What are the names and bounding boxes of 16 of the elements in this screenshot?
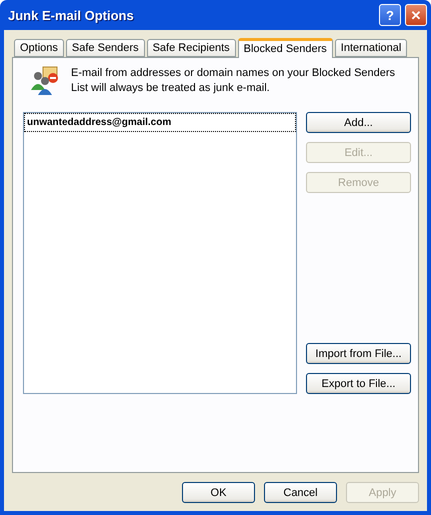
description-text: E-mail from addresses or domain names on your Blocked Senders List will always be treated as junk e-mail. — [71, 66, 396, 96]
list-item[interactable]: unwantedaddress@gmail.com — [25, 114, 295, 131]
blocked-people-icon — [29, 64, 61, 96]
window-title: Junk E-mail Options — [8, 8, 135, 22]
side-button[interactable]: Import from File... — [306, 343, 411, 364]
close-button[interactable]: ✕ — [405, 4, 427, 26]
tab[interactable]: International — [334, 39, 408, 57]
side-button[interactable]: Add... — [306, 112, 411, 133]
tab[interactable]: Options — [14, 39, 64, 57]
tab[interactable]: Safe Recipients — [146, 39, 236, 57]
dialog-button[interactable]: Cancel — [264, 482, 337, 503]
dialog-button[interactable]: OK — [182, 482, 255, 503]
side-button[interactable]: Export to File... — [306, 373, 411, 394]
tab[interactable]: Blocked Senders — [238, 38, 333, 58]
help-button[interactable]: ? — [379, 4, 401, 26]
tab[interactable]: Safe Senders — [66, 39, 145, 57]
